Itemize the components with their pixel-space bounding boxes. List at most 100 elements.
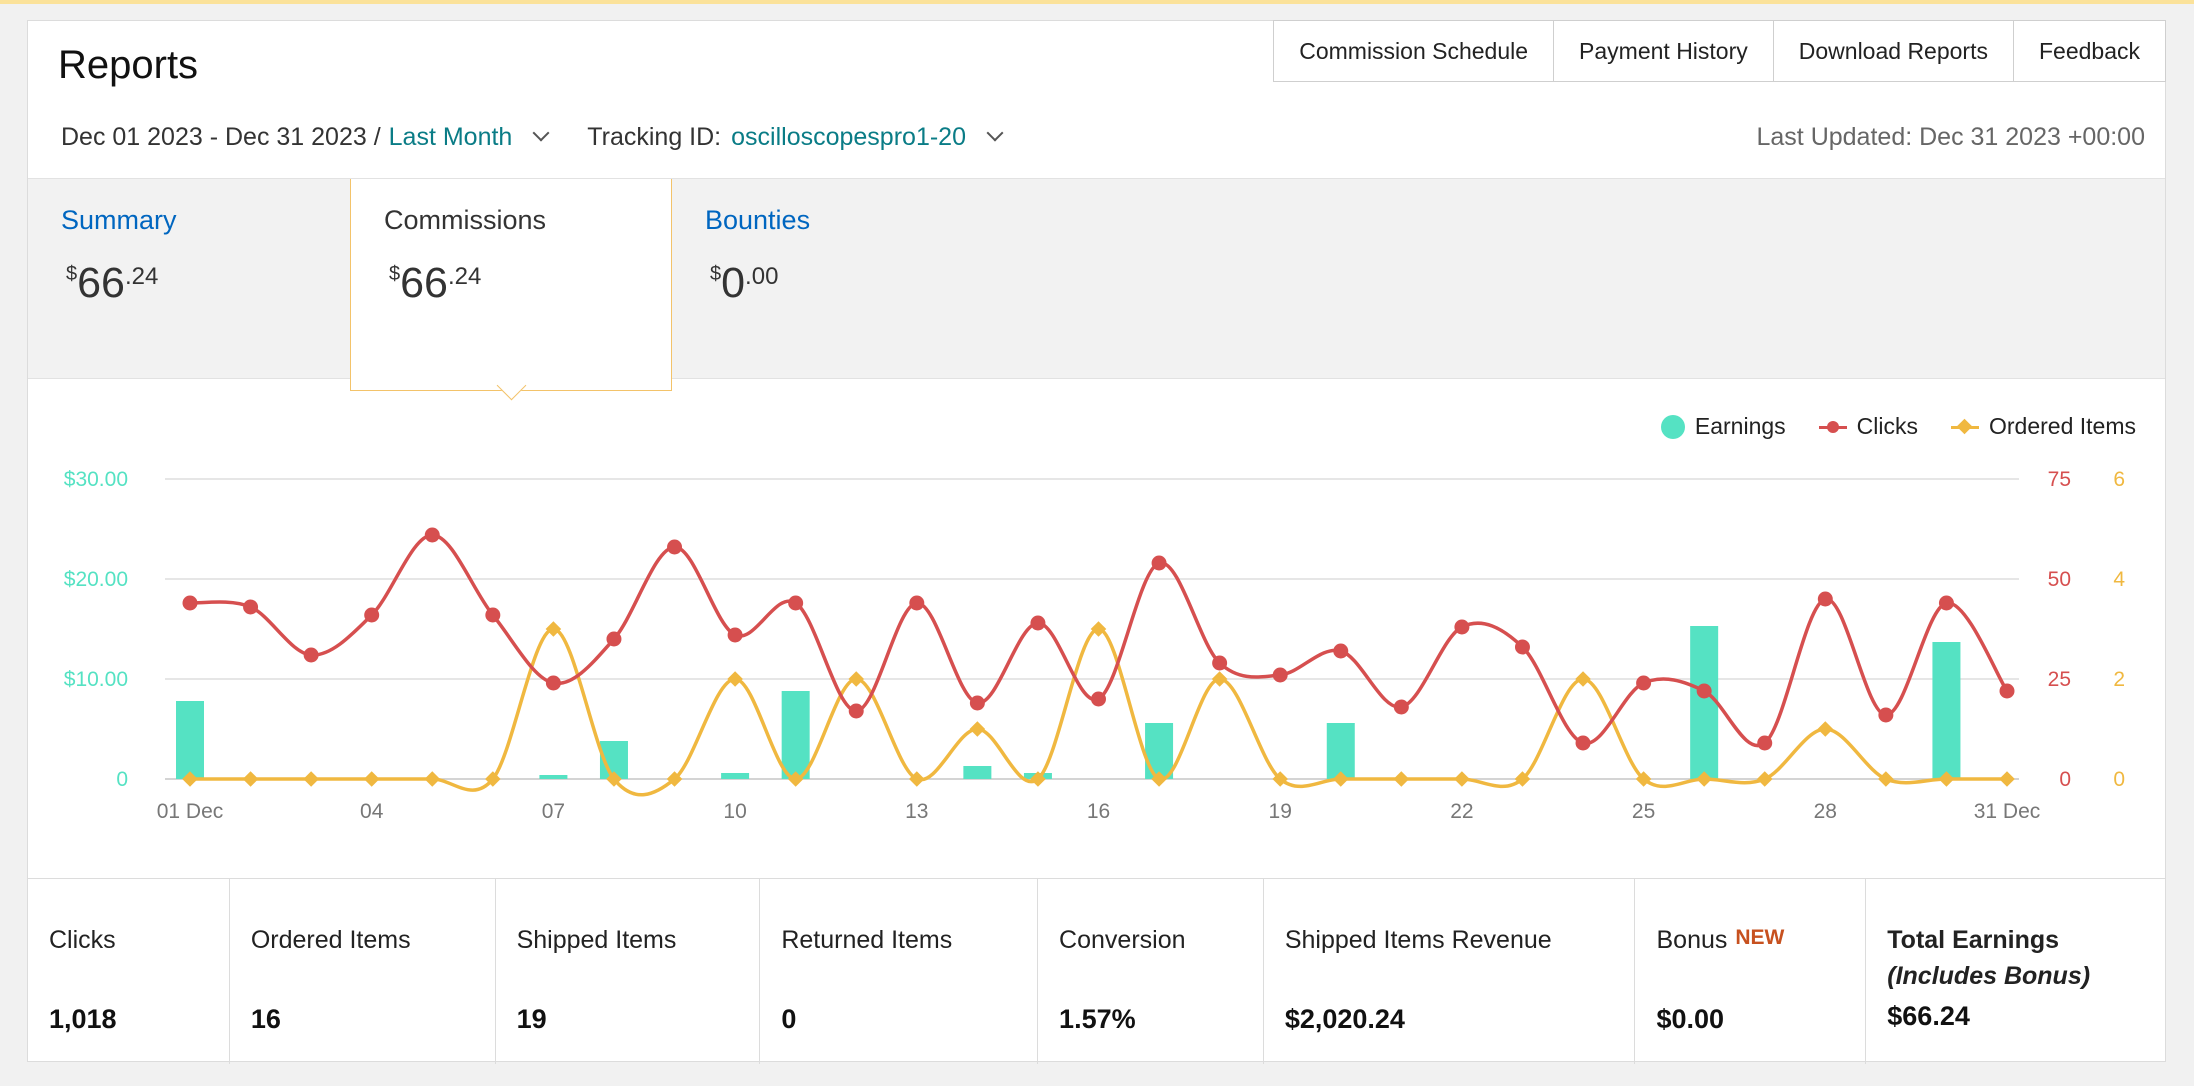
y-left-tick-label: $10.00	[64, 668, 128, 691]
ordered-items-point	[1999, 771, 2015, 787]
ordered-items-point	[1454, 771, 1470, 787]
stat-value: 0	[781, 1004, 797, 1034]
clicks-point	[909, 595, 925, 611]
stat-label: Bonus NEW	[1656, 926, 1784, 955]
stat-value: 19	[516, 1004, 547, 1034]
earnings-bar	[963, 766, 992, 779]
clicks-point	[667, 539, 683, 555]
stats-row: Clicks 1,018 Ordered Items 16 Shipped It…	[28, 878, 2165, 1064]
bonus-label: Bonus	[1656, 926, 1728, 954]
earnings-bar	[1326, 723, 1355, 779]
stat-label: Shipped Items Revenue	[1284, 926, 1552, 954]
clicks-point	[364, 607, 380, 623]
ordered-items-point	[545, 621, 562, 637]
earnings-bar	[176, 701, 204, 779]
clicks-point	[1757, 735, 1773, 751]
y-left-tick-label: $20.00	[64, 568, 128, 591]
stat-total-earnings: Total Earnings (Includes Bonus) $66.24	[1866, 879, 2165, 1064]
stat-label: Total Earnings	[1887, 926, 2060, 954]
earnings-bar	[1690, 626, 1719, 779]
clicks-point	[848, 703, 864, 719]
x-tick-label: 04	[360, 800, 384, 823]
y-right-clicks-tick-label: 25	[2048, 668, 2071, 691]
clicks-point	[1454, 619, 1470, 635]
new-badge: NEW	[1735, 926, 1785, 949]
clicks-point	[485, 607, 501, 623]
stat-value: $2,020.24	[1284, 1004, 1405, 1034]
clicks-point	[1212, 655, 1228, 671]
ordered-items-point	[969, 721, 986, 737]
x-tick-label: 10	[723, 800, 746, 823]
clicks-point	[1030, 615, 1046, 631]
clicks-point	[1514, 639, 1530, 655]
x-tick-label: 13	[905, 800, 928, 823]
stat-ordered-items: Ordered Items 16	[230, 879, 496, 1064]
x-tick-label: 22	[1450, 800, 1473, 823]
ordered-items-point	[303, 771, 319, 787]
stat-label: Returned Items	[781, 926, 953, 954]
stat-label: Ordered Items	[250, 926, 411, 954]
y-right-ordered-tick-label: 2	[2113, 668, 2125, 691]
y-left-tick-label: 0	[116, 768, 128, 791]
stat-label: Conversion	[1059, 926, 1186, 954]
stat-label: Shipped Items	[516, 926, 677, 954]
reports-card: Reports Commission Schedule Payment Hist…	[27, 20, 2166, 1064]
clicks-point	[727, 627, 743, 643]
ordered-items-point	[1393, 771, 1410, 787]
clicks-point	[424, 527, 440, 543]
y-right-ordered-tick-label: 0	[2113, 768, 2125, 791]
stat-bonus: Bonus NEW $0.00	[1635, 879, 1867, 1064]
stat-label: Clicks	[49, 926, 116, 954]
earnings-bar	[781, 691, 810, 779]
ordered-items-point	[424, 771, 441, 787]
clicks-point	[969, 695, 985, 711]
ordered-items-point	[363, 771, 380, 787]
clicks-point	[1151, 555, 1167, 571]
ordered-items-point	[1211, 671, 1228, 687]
x-tick-label: 01 Dec	[157, 800, 224, 823]
ordered-items-point	[1756, 771, 1773, 787]
clicks-point	[1817, 591, 1833, 607]
clicks-point	[1999, 683, 2015, 699]
clicks-point	[1333, 643, 1349, 659]
clicks-point	[182, 595, 198, 611]
stat-shipped-revenue: Shipped Items Revenue $2,020.24	[1264, 879, 1636, 1064]
stat-value: $66.24	[1887, 1001, 1970, 1031]
stat-clicks: Clicks 1,018	[28, 879, 230, 1064]
earnings-bar	[1145, 723, 1174, 779]
x-tick-label: 07	[542, 800, 565, 823]
earnings-bar	[721, 773, 750, 779]
x-tick-label: 19	[1269, 800, 1292, 823]
top-accent-bar	[0, 0, 2194, 4]
clicks-point	[243, 599, 259, 615]
clicks-point	[1393, 699, 1409, 715]
clicks-point	[1878, 707, 1894, 723]
clicks-point	[606, 631, 622, 647]
clicks-point	[1636, 675, 1652, 691]
y-right-clicks-tick-label: 0	[2059, 768, 2071, 791]
y-right-clicks-tick-label: 75	[2048, 468, 2071, 491]
ordered-items-point	[242, 771, 259, 787]
ordered-items-point	[848, 671, 865, 687]
y-right-ordered-tick-label: 4	[2113, 568, 2125, 591]
ordered-items-point	[1817, 721, 1834, 737]
y-right-ordered-tick-label: 6	[2113, 468, 2125, 491]
clicks-point	[1091, 691, 1106, 707]
x-tick-label: 28	[1814, 800, 1837, 823]
clicks-point	[1272, 667, 1288, 683]
clicks-point	[303, 647, 319, 663]
ordered-items-point	[1878, 771, 1894, 787]
stat-sublabel: (Includes Bonus)	[1887, 962, 2091, 990]
clicks-point	[1696, 683, 1712, 699]
stat-value: 1.57%	[1059, 1004, 1136, 1034]
clicks-point	[1575, 735, 1591, 751]
clicks-point	[1938, 595, 1954, 611]
ordered-items-point	[1575, 671, 1591, 687]
x-tick-label: 16	[1087, 800, 1110, 823]
earnings-chart: 0 $10.00 $20.00 $30.00 0 25 50 75 0 2 4 6 01 Dec 04 07…	[64, 468, 2126, 823]
stat-value: 1,018	[49, 1004, 117, 1034]
stat-value: $0.00	[1656, 1004, 1725, 1034]
clicks-point	[545, 675, 561, 691]
y-left-tick-label: $30.00	[64, 468, 128, 491]
x-tick-label: 31 Dec	[1974, 800, 2041, 823]
